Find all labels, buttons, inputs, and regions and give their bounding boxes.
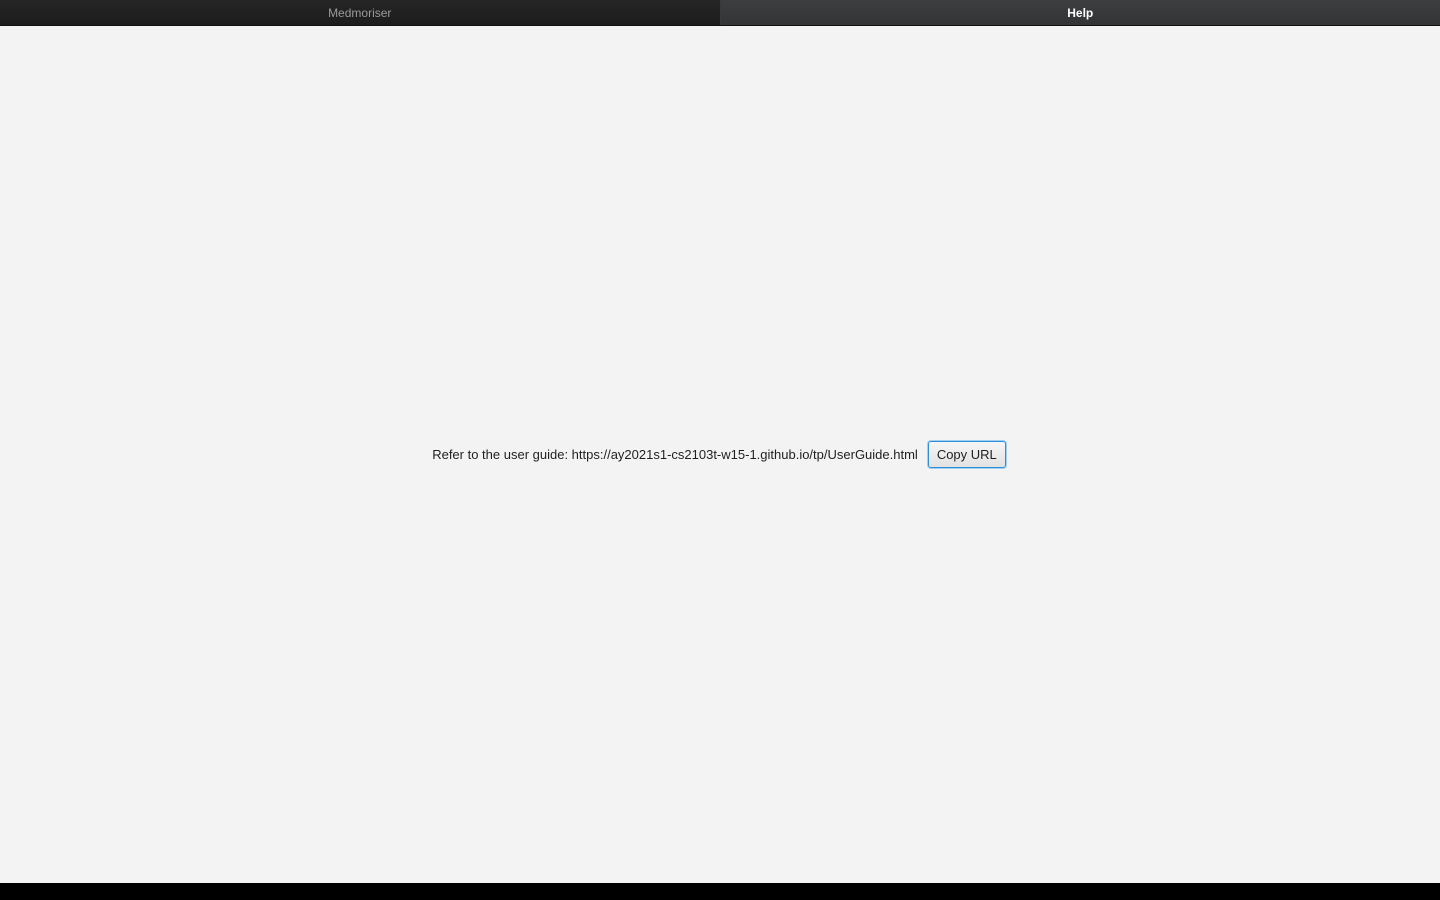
help-window-content: Refer to the user guide: https://ay2021s…	[0, 26, 1440, 883]
window-tab-bar: Medmoriser Help	[0, 0, 1440, 26]
tab-medmoriser-label: Medmoriser	[328, 5, 392, 20]
help-message-row: Refer to the user guide: https://ay2021s…	[432, 441, 1006, 468]
tab-medmoriser[interactable]: Medmoriser	[0, 0, 721, 25]
tab-help[interactable]: Help	[720, 0, 1440, 25]
copy-url-button[interactable]: Copy URL	[927, 441, 1006, 468]
help-message: Refer to the user guide: https://ay2021s…	[432, 447, 918, 462]
bottom-black-bar	[0, 883, 1440, 900]
tab-help-label: Help	[1067, 5, 1094, 20]
